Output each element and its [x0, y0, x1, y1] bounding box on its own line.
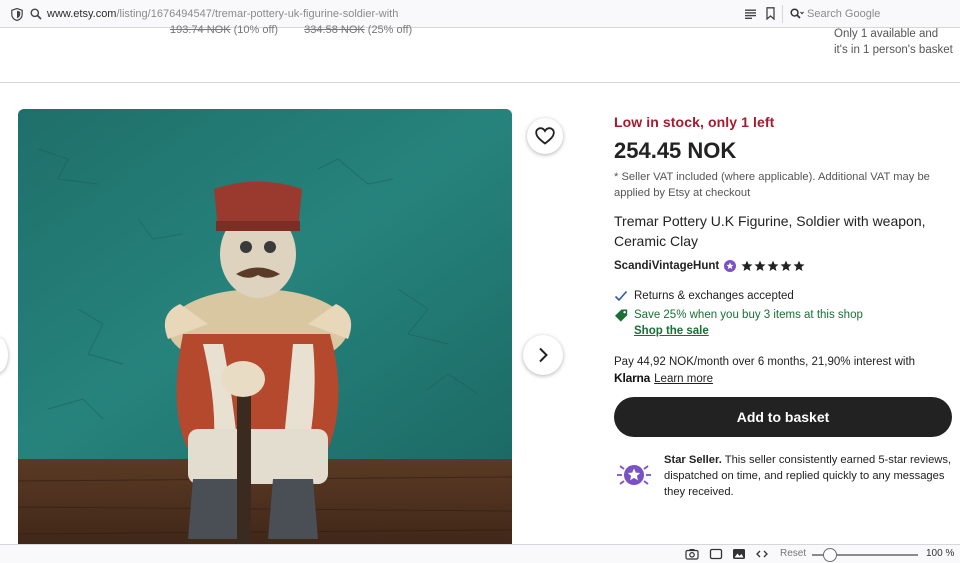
chevron-right-icon [539, 347, 548, 363]
zoom-reset-button[interactable]: Reset [780, 548, 806, 559]
star-icon [780, 260, 792, 271]
favorite-button[interactable] [527, 118, 563, 154]
learn-more-link[interactable]: Learn more [654, 373, 713, 385]
low-stock-notice: Low in stock, only 1 left [614, 114, 775, 130]
code-icon[interactable] [755, 548, 769, 560]
star-seller-icon [617, 465, 651, 485]
vat-note: * Seller VAT included (where applicable)… [614, 171, 930, 199]
star-seller-description: Star Seller. This seller consistently ea… [664, 452, 954, 500]
save-offer-text: Save 25% when you buy 3 items at this sh… [634, 309, 863, 321]
klarna-offer: Pay 44,92 NOK/month over 6 months, 21,90… [614, 356, 916, 368]
reader-view-icon[interactable] [745, 9, 756, 19]
add-to-basket-button[interactable]: Add to basket [614, 397, 952, 437]
discount-a: (10% off) [233, 24, 279, 36]
seller-row: ScandiVintageHunt [614, 258, 806, 274]
url-domain: www.etsy.com [47, 8, 117, 20]
screenshot-icon[interactable] [685, 548, 699, 560]
search-placeholder: Search Google [807, 8, 881, 20]
window-icon[interactable] [709, 548, 723, 560]
seller-name-link[interactable]: ScandiVintageHunt [614, 260, 719, 272]
star-icon [767, 260, 779, 271]
url-field[interactable]: www.etsy.com/listing/1676494547/tremar-p… [47, 8, 398, 20]
shield-icon[interactable] [11, 8, 23, 21]
sale-feature: Save 25% when you buy 3 items at this sh… [614, 308, 863, 322]
klarna-row: Klarna Learn more [614, 371, 713, 385]
browser-address-bar: www.etsy.com/listing/1676494547/tremar-p… [0, 0, 960, 28]
variation-prices: 193.74 NOK (10% off) 334.58 NOK (25% off… [170, 24, 412, 36]
price: 254.45 NOK [614, 138, 737, 163]
search-engine-icon [790, 8, 804, 19]
star-seller-badge-icon [724, 260, 737, 272]
discount-b: (25% off) [367, 24, 413, 36]
product-photo[interactable] [18, 109, 512, 549]
check-icon [614, 290, 628, 302]
returns-feature: Returns & exchanges accepted [614, 289, 794, 303]
toolbar-separator [782, 5, 783, 23]
previous-image-button[interactable] [0, 337, 8, 373]
star-icon [754, 260, 766, 271]
search-icon [30, 8, 42, 20]
rating-stars[interactable] [741, 260, 806, 272]
struck-price-a: 193.74 NOK [170, 24, 231, 36]
next-image-button[interactable] [523, 335, 563, 375]
star-icon [793, 260, 805, 271]
heart-icon [535, 127, 555, 145]
returns-text: Returns & exchanges accepted [634, 290, 794, 302]
zoom-slider-thumb[interactable] [823, 548, 837, 562]
klarna-logo: Klarna [614, 371, 651, 385]
struck-price-b: 334.58 NOK [304, 24, 365, 36]
star-icon [741, 260, 753, 271]
soldier-figurine-image [18, 109, 512, 549]
search-box[interactable]: Search Google [787, 5, 960, 24]
stock-note: Only 1 available and it's in 1 person's … [834, 28, 953, 56]
bookmark-icon[interactable] [766, 7, 775, 20]
shop-the-sale-link[interactable]: Shop the sale [634, 325, 709, 337]
star-seller-title: Star Seller. [664, 454, 722, 466]
zoom-level-label: 100 % [926, 548, 955, 559]
browser-status-bar: Reset 100 % [0, 544, 960, 563]
tag-icon [615, 309, 628, 322]
image-icon[interactable] [732, 548, 746, 560]
listing-title: Tremar Pottery U.K Figurine, Soldier wit… [614, 213, 926, 249]
url-path: /listing/1676494547/tremar-pottery-uk-fi… [116, 8, 399, 20]
section-divider [0, 82, 960, 83]
